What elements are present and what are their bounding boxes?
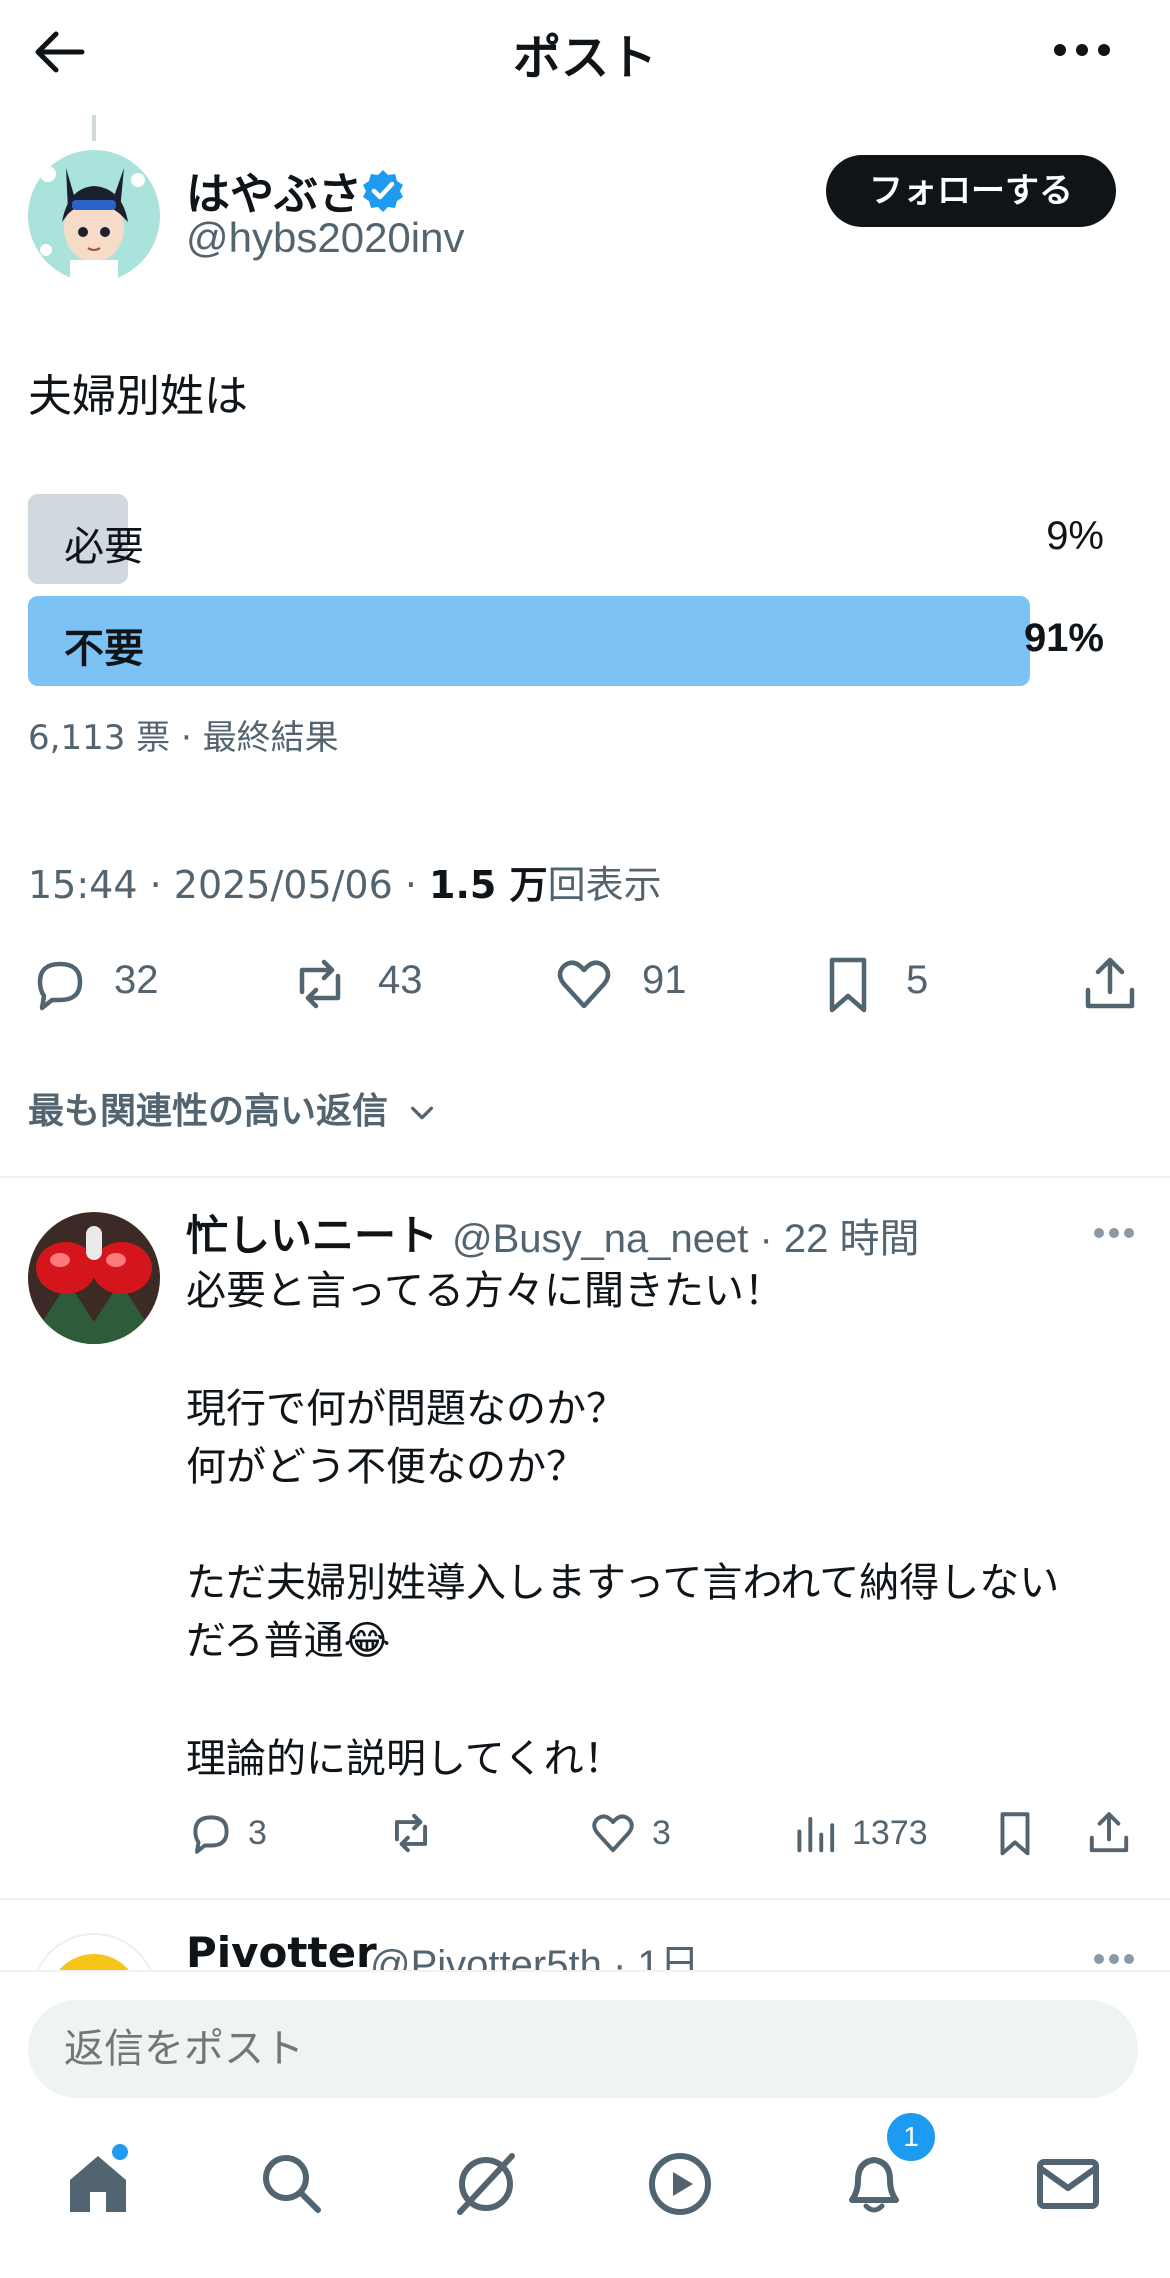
thread-connector (92, 115, 96, 141)
bookmark-count: 5 (906, 958, 929, 1002)
divider (0, 1898, 1170, 1900)
poll-option-percent: 91% (1023, 616, 1104, 660)
reply-count: 32 (114, 958, 159, 1002)
reply-author-name[interactable]: 忙しいニート (186, 1202, 438, 1263)
reply-count: 3 (248, 1814, 267, 1852)
search-icon[interactable] (256, 2148, 328, 2220)
repost-count: 43 (378, 958, 423, 1002)
video-play-icon[interactable] (644, 2148, 716, 2220)
messages-envelope-icon[interactable] (1032, 2148, 1104, 2220)
reply-sort-label: 最も関連性の高い返信 (28, 1091, 389, 1132)
repost-icon[interactable] (386, 1808, 436, 1858)
follow-button[interactable]: フォローする (826, 155, 1116, 227)
reply-avatar[interactable] (28, 1212, 160, 1344)
reply-icon[interactable] (186, 1808, 236, 1858)
divider (0, 1176, 1170, 1178)
reply-input[interactable] (28, 2000, 1138, 2098)
poll-option: 不要 91% (28, 596, 1104, 686)
poll-vote-count: 6,113 票 (28, 718, 171, 758)
post-date: 2025/05/06 (173, 863, 393, 907)
more-options-icon[interactable] (1092, 1226, 1136, 1240)
author-handle[interactable]: @hybs2020inv (186, 214, 464, 262)
view-count: 1373 (852, 1814, 928, 1852)
view-label: 回表示 (547, 863, 662, 907)
like-icon[interactable] (588, 1808, 638, 1858)
more-options-icon[interactable] (1092, 1952, 1136, 1966)
share-icon[interactable] (1078, 952, 1142, 1016)
reply-text-line: ただ夫婦別姓導入しますって言われて納得しない (186, 1560, 1060, 1606)
poll-option-percent: 9% (1046, 514, 1104, 558)
reply-text-line: 現行で何が問題なのか？ (186, 1386, 626, 1432)
like-count: 91 (642, 958, 687, 1002)
reply-time: 22 時間 (783, 1217, 920, 1261)
poll-result-bar (28, 596, 1030, 686)
reply-icon[interactable] (28, 952, 92, 1016)
top-bar: ポスト (0, 0, 1170, 110)
notification-badge: 1 (884, 2110, 938, 2164)
poll-summary: 6,113 票 · 最終結果 (28, 718, 339, 758)
post-text: 夫婦別姓は (28, 371, 248, 422)
verified-badge-icon (360, 168, 406, 214)
reply-sort-dropdown[interactable]: 最も関連性の高い返信 (28, 1082, 437, 1134)
reply-avatar[interactable] (28, 1930, 160, 1970)
reply-text-line: だろ普通😂 (186, 1618, 391, 1664)
view-count: 1.5 万 (429, 863, 548, 907)
reply-meta: @Busy_na_neet · 22 時間 (452, 1217, 920, 1261)
reply-text-line: 何がどう不便なのか？ (186, 1444, 586, 1490)
poll-option-label: 必要 (64, 524, 144, 570)
reply-text-line: 理論的に説明してくれ！ (186, 1736, 624, 1782)
chevron-down-icon (407, 1098, 437, 1128)
like-count: 3 (652, 1814, 671, 1852)
page-title: ポスト (512, 30, 657, 86)
unread-dot (112, 2144, 128, 2160)
reply-author-handle[interactable]: @Busy_na_neet (452, 1217, 748, 1261)
analytics-icon[interactable] (790, 1808, 840, 1858)
poll-status: 最終結果 (202, 718, 339, 758)
post-timestamp: 15:44 · 2025/05/06 · 1.5 万回表示 (28, 863, 662, 907)
poll-option-label: 不要 (64, 626, 144, 672)
bookmark-icon[interactable] (990, 1808, 1040, 1858)
like-icon[interactable] (552, 952, 616, 1016)
reply-text-line: 必要と言ってる方々に聞きたい！ (186, 1268, 784, 1314)
repost-icon[interactable] (288, 952, 352, 1016)
grok-icon[interactable] (450, 2148, 522, 2220)
more-options-icon[interactable] (1050, 28, 1114, 72)
author-name[interactable]: はやぶさ (186, 158, 362, 222)
bookmark-icon[interactable] (816, 952, 880, 1016)
share-icon[interactable] (1084, 1808, 1134, 1858)
post-time: 15:44 (28, 863, 138, 907)
poll-option: 必要 9% (28, 494, 1104, 584)
author-avatar[interactable] (28, 150, 160, 282)
